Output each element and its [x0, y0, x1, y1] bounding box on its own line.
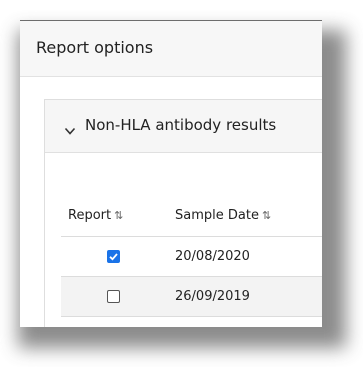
section-title: Non-HLA antibody results — [85, 116, 277, 134]
report-cell — [61, 277, 149, 316]
panel-title: Report options — [36, 38, 154, 57]
results-table: Report ⇅ Sample Date ⇅ 20/08/2020 26/09/… — [61, 196, 322, 327]
report-checkbox[interactable] — [107, 250, 120, 263]
table-row: 20/08/2020 — [61, 236, 322, 276]
table-row — [61, 316, 322, 327]
panel-header: Report options — [20, 20, 322, 77]
report-cell — [61, 237, 149, 276]
column-header-report[interactable]: Report ⇅ — [61, 196, 149, 236]
report-checkbox[interactable] — [107, 290, 120, 303]
column-header-label: Report — [68, 208, 112, 223]
table-row: 26/09/2019 — [61, 276, 322, 316]
screenshot-stage: Report options Non-HLA antibody results … — [0, 0, 363, 367]
sample-date-value: 26/09/2019 — [175, 289, 250, 304]
section-header-toggle[interactable]: Non-HLA antibody results — [45, 100, 322, 153]
sample-date-value: 20/08/2020 — [175, 249, 250, 264]
report-options-panel: Report options Non-HLA antibody results … — [20, 20, 322, 327]
sort-icon: ⇅ — [114, 209, 124, 222]
chevron-down-icon — [64, 121, 76, 135]
sort-icon: ⇅ — [261, 209, 272, 222]
column-header-label: Sample Date — [175, 208, 259, 223]
non-hla-antibody-section: Non-HLA antibody results Report ⇅ Sample … — [44, 99, 322, 327]
table-header-row: Report ⇅ Sample Date ⇅ — [61, 196, 322, 236]
